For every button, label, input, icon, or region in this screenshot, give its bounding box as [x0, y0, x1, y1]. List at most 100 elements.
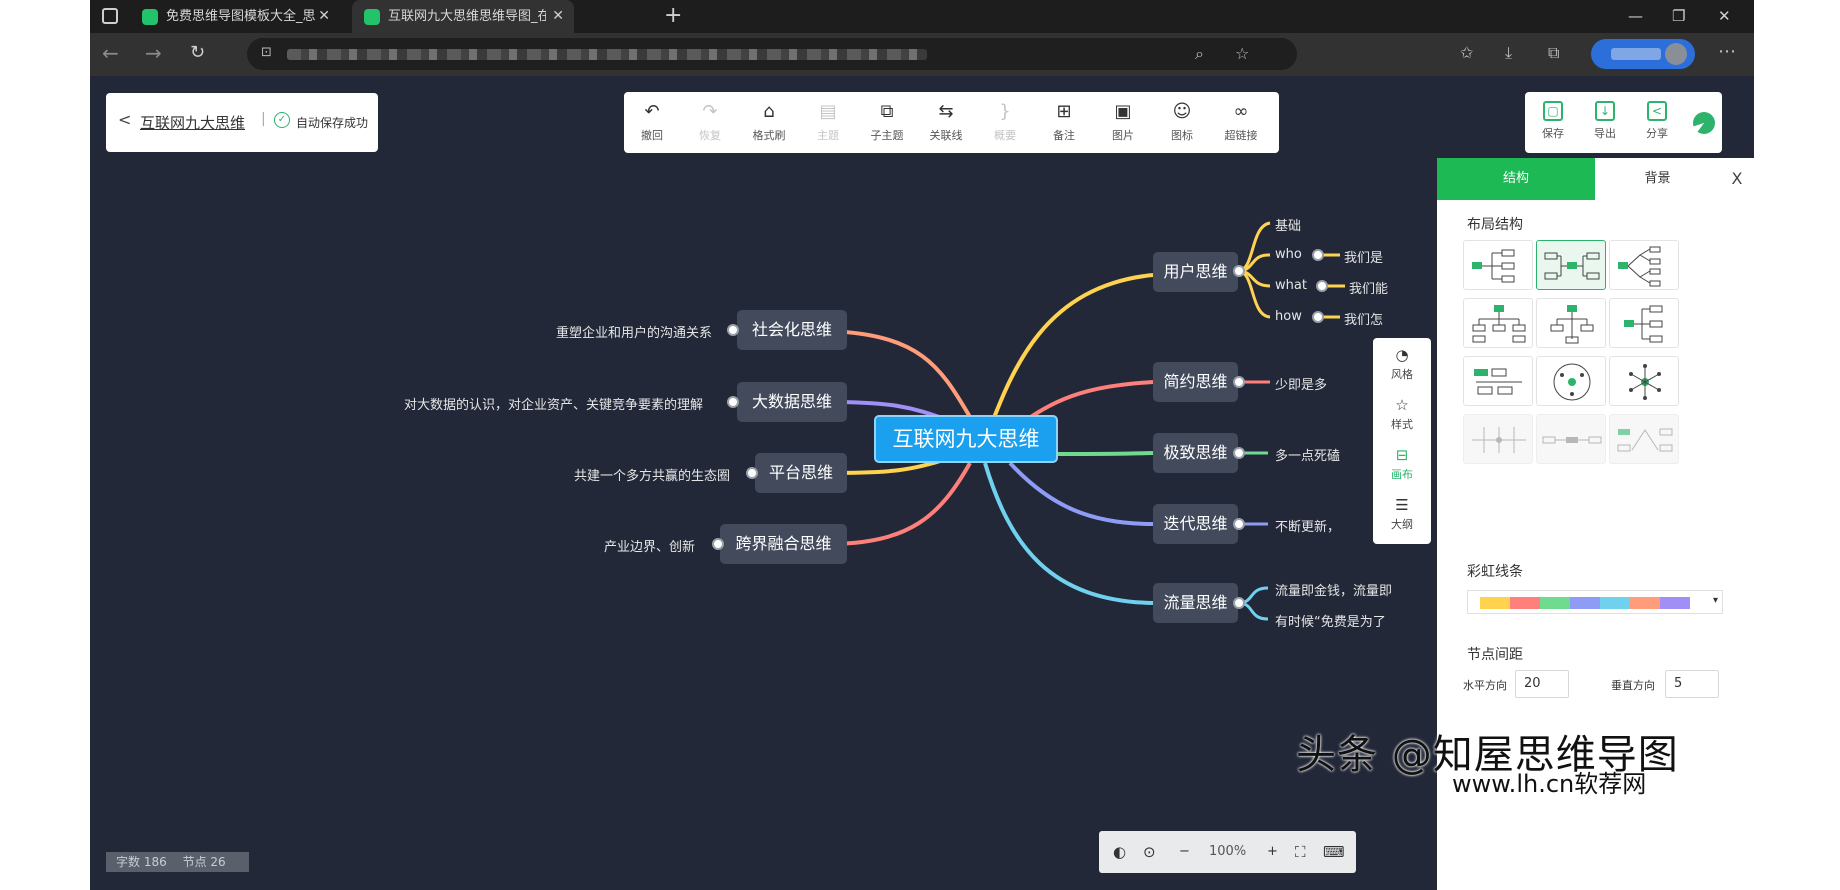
tab-actions-icon[interactable] [102, 8, 118, 24]
collections-icon[interactable]: ⧉ [1548, 43, 1559, 63]
layout-option-circle[interactable] [1536, 356, 1606, 406]
icon-button[interactable]: ☺ 图标 [1154, 92, 1210, 153]
undo-button[interactable]: ↶ 撤回 [624, 92, 680, 153]
favorites-icon[interactable]: ✩ [1460, 43, 1473, 62]
topic-social-thinking[interactable]: 社会化思维 [737, 310, 847, 350]
leaf-text[interactable]: 对大数据的认识，对企业资产、关键竞争要素的理解 [404, 394, 703, 413]
layout-option-left[interactable] [1609, 298, 1679, 348]
layout-option-tree[interactable] [1609, 240, 1679, 290]
style-theme-button[interactable]: ◔ 风格 [1373, 346, 1431, 382]
layout-option-org-down[interactable] [1536, 298, 1606, 348]
share-button[interactable]: < 分享 [1632, 92, 1682, 153]
collapse-toggle[interactable] [1233, 265, 1245, 277]
document-title[interactable]: 互联网九大思维 [140, 112, 245, 133]
leaf-text[interactable]: 少即是多 [1275, 374, 1327, 393]
export-button[interactable]: ↓ 导出 [1580, 92, 1630, 153]
maximize-button[interactable]: ❐ [1672, 0, 1685, 33]
topic-simplicity-thinking[interactable]: 简约思维 [1153, 362, 1238, 402]
layout-option-fishbone[interactable] [1463, 414, 1533, 464]
collapse-toggle[interactable] [1233, 518, 1245, 530]
url-field[interactable]: ⊡ ⌕ ☆ [247, 38, 1297, 70]
favorite-star-icon[interactable]: ☆ [1235, 44, 1249, 63]
forward-arrow-icon[interactable]: → [145, 41, 162, 65]
leaf-text[interactable]: 我们能 [1349, 278, 1388, 297]
root-topic[interactable]: 互联网九大思维 [874, 415, 1058, 463]
zoom-in-button[interactable]: + [1267, 831, 1278, 873]
collapse-toggle[interactable] [1233, 597, 1245, 609]
tab-structure[interactable]: 结构 [1437, 158, 1595, 200]
leaf-text[interactable]: 重塑企业和用户的沟通关系 [556, 322, 712, 341]
leaf-text[interactable]: 共建一个多方共赢的生态圈 [574, 465, 730, 484]
hyperlink-button[interactable]: ∞ 超链接 [1213, 92, 1269, 153]
back-chevron-icon[interactable]: < [118, 110, 131, 129]
close-icon[interactable]: X [1720, 158, 1754, 200]
download-icon[interactable]: ⤓ [1505, 43, 1512, 63]
collapse-toggle[interactable] [1312, 249, 1324, 261]
tab-background[interactable]: 背景 [1595, 158, 1720, 200]
topic-extreme-thinking[interactable]: 极致思维 [1153, 433, 1238, 473]
collapse-toggle[interactable] [1316, 280, 1328, 292]
leaf-text[interactable]: 不断更新， [1275, 516, 1340, 535]
collapse-toggle[interactable] [1233, 447, 1245, 459]
subtopic-basics[interactable]: 基础 [1275, 215, 1301, 234]
layout-option-line[interactable] [1536, 414, 1606, 464]
minimize-button[interactable]: — [1628, 0, 1643, 33]
collapse-toggle[interactable] [712, 538, 724, 550]
leaf-text[interactable]: 产业边界、创新 [604, 536, 695, 555]
collapse-toggle[interactable] [727, 396, 739, 408]
leaf-text[interactable]: 有时候“免费是为了 [1275, 611, 1386, 630]
horizontal-spacing-input[interactable]: 20 [1515, 670, 1569, 698]
close-tab-icon[interactable]: ✕ [552, 0, 564, 33]
subtopic-how[interactable]: how [1275, 309, 1302, 324]
profile-button[interactable] [1591, 39, 1695, 69]
layout-option-right[interactable] [1463, 240, 1533, 290]
subtopic-what[interactable]: what [1275, 278, 1307, 293]
fit-screen-icon[interactable]: ⛶ [1295, 831, 1306, 873]
zoom-icon[interactable]: ⌕ [1195, 44, 1204, 64]
topic-traffic-thinking[interactable]: 流量思维 [1153, 583, 1238, 623]
more-menu-icon[interactable]: ⋯ [1718, 41, 1736, 62]
leaf-text[interactable]: 流量即金钱，流量即 [1275, 580, 1392, 599]
collapse-toggle[interactable] [1233, 376, 1245, 388]
layout-option-radial[interactable] [1609, 356, 1679, 406]
avatar[interactable] [1693, 112, 1715, 134]
keyboard-icon[interactable]: ⌨ [1323, 831, 1345, 873]
layout-option-timeline[interactable] [1463, 356, 1533, 406]
topic-bigdata-thinking[interactable]: 大数据思维 [737, 382, 847, 422]
collapse-toggle[interactable] [727, 324, 739, 336]
format-painter-button[interactable]: ⌂ 格式刷 [741, 92, 797, 153]
collapse-toggle[interactable] [1312, 311, 1324, 323]
new-tab-button[interactable]: + [664, 0, 682, 33]
topic-user-thinking[interactable]: 用户思维 [1153, 252, 1238, 292]
subtopic-button[interactable]: ⧉ 子主题 [859, 92, 915, 153]
leaf-text[interactable]: 我们是 [1344, 247, 1383, 266]
subtopic-who[interactable]: who [1275, 247, 1302, 262]
image-button[interactable]: ▣ 图片 [1095, 92, 1151, 153]
site-info-icon[interactable]: ⊡ [261, 45, 272, 60]
zoom-out-button[interactable]: − [1179, 831, 1190, 873]
layout-option-org[interactable] [1463, 298, 1533, 348]
collapse-toggle[interactable] [746, 467, 758, 479]
reload-icon[interactable]: ↻ [190, 42, 205, 63]
outline-button[interactable]: ☰ 大纲 [1373, 496, 1431, 532]
vertical-spacing-input[interactable]: 5 [1665, 670, 1719, 698]
redo-button[interactable]: ↷ 恢复 [682, 92, 738, 153]
rainbow-line-select[interactable]: ▾ [1467, 590, 1723, 614]
close-tab-icon[interactable]: ✕ [318, 0, 330, 33]
tab-templates[interactable]: 免费思维导图模板大全_思维导图 ✕ [130, 0, 340, 33]
leaf-text[interactable]: 我们怎 [1344, 309, 1383, 328]
hand-tool-icon[interactable]: ◐ [1113, 831, 1126, 873]
leaf-text[interactable]: 多一点死磕 [1275, 445, 1340, 464]
relation-line-button[interactable]: ⇆ 关联线 [918, 92, 974, 153]
style-button[interactable]: ☆ 样式 [1373, 396, 1431, 432]
topic-crossover-thinking[interactable]: 跨界融合思维 [720, 524, 847, 564]
locate-icon[interactable]: ⊙ [1143, 831, 1156, 873]
canvas-button[interactable]: ⊟ 画布 [1373, 446, 1431, 482]
topic-button[interactable]: ▤ 主题 [800, 92, 856, 153]
topic-iteration-thinking[interactable]: 迭代思维 [1153, 504, 1238, 544]
note-button[interactable]: ⊞ 备注 [1036, 92, 1092, 153]
back-arrow-icon[interactable]: ← [102, 41, 119, 65]
layout-option-balanced[interactable] [1536, 240, 1606, 290]
save-button[interactable]: ▢ 保存 [1528, 92, 1578, 153]
layout-option-mixed[interactable] [1609, 414, 1679, 464]
